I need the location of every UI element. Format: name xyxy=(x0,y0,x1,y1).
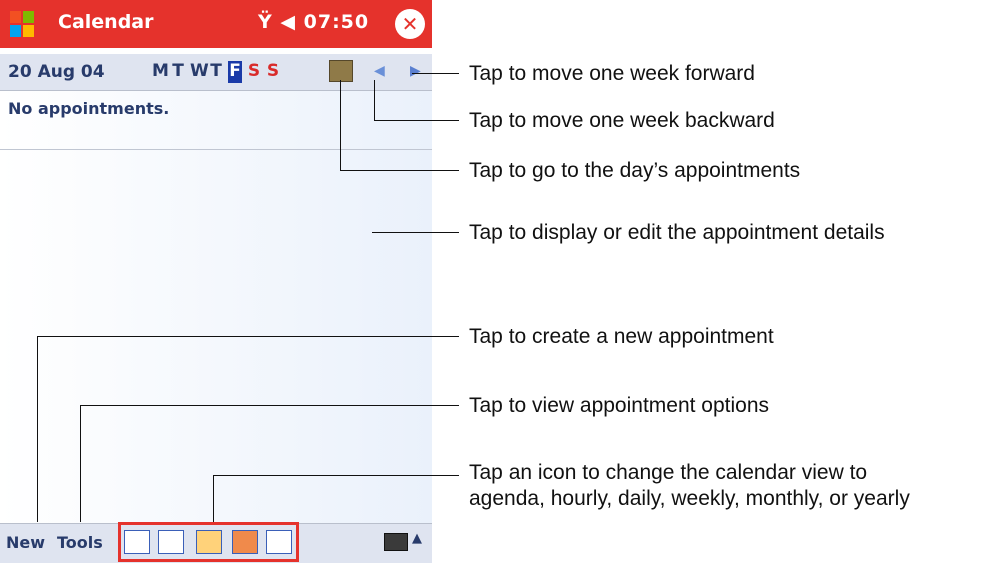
annotation-backward: Tap to move one week backward xyxy=(469,109,775,132)
callout-line-today-h xyxy=(340,170,459,171)
clock[interactable]: 07:50 xyxy=(304,11,369,33)
new-menu-button[interactable]: New xyxy=(6,533,45,552)
callout-line-new-v xyxy=(37,336,38,522)
callout-line-tools-v xyxy=(80,405,81,522)
day-view-icon[interactable] xyxy=(158,530,184,554)
agenda-view-icon[interactable] xyxy=(124,530,150,554)
callout-line-views-v xyxy=(213,475,214,522)
title-bar: Calendar Ÿ ◀ 07:50 ✕ xyxy=(0,0,432,48)
annotation-today: Tap to go to the day’s appointments xyxy=(469,159,801,182)
annotation-forward: Tap to move one week forward xyxy=(469,62,755,85)
connectivity-icon[interactable]: Ÿ xyxy=(258,11,273,33)
keyboard-icon[interactable] xyxy=(384,533,408,551)
close-icon: ✕ xyxy=(401,12,419,36)
callout-line-new-h xyxy=(37,336,459,337)
no-appointments-text: No appointments. xyxy=(8,99,170,118)
status-area[interactable]: Ÿ ◀ 07:50 xyxy=(258,11,369,33)
go-to-today-icon[interactable] xyxy=(329,60,353,82)
callout-line-backward-h xyxy=(374,120,459,121)
callout-line-tools-h xyxy=(80,405,459,406)
annotation-new: Tap to create a new appointment xyxy=(469,325,774,348)
start-menu-icon[interactable] xyxy=(8,9,36,39)
appointment-area[interactable]: No appointments. xyxy=(0,91,432,523)
close-button[interactable]: ✕ xyxy=(395,9,425,39)
volume-icon[interactable]: ◀ xyxy=(280,11,296,33)
callout-line-backward-v xyxy=(374,80,375,120)
weekday-saturday[interactable]: S xyxy=(247,61,261,83)
year-view-icon[interactable] xyxy=(266,530,292,554)
weekday-thursday[interactable]: T xyxy=(209,61,223,83)
weekday-sunday[interactable]: S xyxy=(266,61,280,83)
weekday-wednesday[interactable]: W xyxy=(190,61,209,83)
app-title: Calendar xyxy=(58,11,154,33)
input-selector-arrow-icon[interactable]: ▲ xyxy=(412,531,422,546)
callout-line-views-h xyxy=(213,475,459,476)
weekday-monday[interactable]: M xyxy=(152,61,169,83)
annotation-details: Tap to display or edit the appointment d… xyxy=(469,221,885,244)
divider xyxy=(0,149,432,150)
previous-week-icon[interactable]: ◀ xyxy=(374,63,385,79)
annotation-views-line2: agenda, hourly, daily, weekly, monthly, … xyxy=(469,487,910,510)
date-bar: 20 Aug 04 M T W T F S S xyxy=(0,54,432,91)
annotation-tools: Tap to view appointment options xyxy=(469,394,770,417)
current-date[interactable]: 20 Aug 04 xyxy=(8,62,105,82)
annotation-views-line1: Tap an icon to change the calendar view … xyxy=(469,461,868,484)
tools-menu-button[interactable]: Tools xyxy=(57,533,103,552)
callout-line-details xyxy=(372,232,459,233)
pocket-pc-screen: Calendar Ÿ ◀ 07:50 ✕ 20 Aug 04 M T W T F… xyxy=(0,0,432,563)
week-view-icon[interactable] xyxy=(196,530,222,554)
next-week-icon[interactable]: ▶ xyxy=(410,63,421,79)
week-day-strip: M T W T F S S xyxy=(152,61,280,83)
month-view-icon[interactable] xyxy=(232,530,258,554)
callout-line-today-v xyxy=(340,80,341,170)
callout-line-forward xyxy=(412,73,459,74)
weekday-friday-selected[interactable]: F xyxy=(228,61,242,83)
weekday-tuesday[interactable]: T xyxy=(171,61,185,83)
